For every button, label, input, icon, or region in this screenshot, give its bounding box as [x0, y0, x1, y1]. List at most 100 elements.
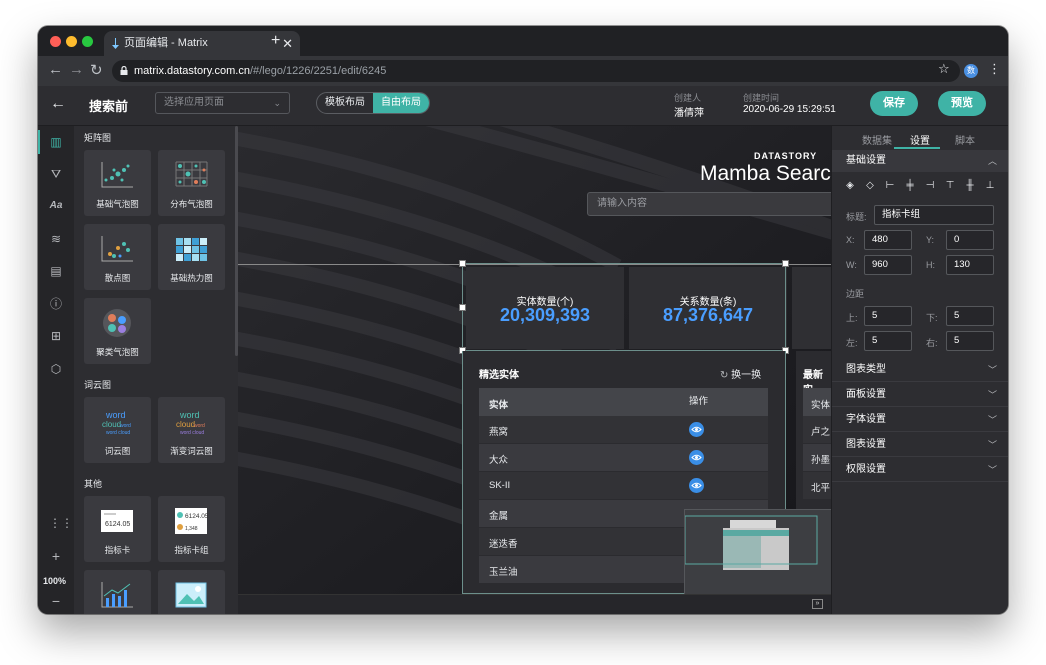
- y-field[interactable]: 0: [946, 230, 994, 250]
- align-left-icon[interactable]: ⊢: [884, 180, 896, 192]
- filter-icon[interactable]: ⛛: [49, 167, 63, 181]
- tab-close-icon[interactable]: ✕: [282, 31, 293, 56]
- zoom-out-icon[interactable]: −: [49, 594, 63, 608]
- section-title-matrix: 矩阵图: [84, 133, 112, 143]
- title-field[interactable]: 指标卡组: [874, 205, 994, 225]
- chevron-down-icon: ﹀: [987, 365, 997, 375]
- canvas-title: Mamba Search: [700, 162, 831, 185]
- table-row[interactable]: 燕窝: [479, 416, 768, 443]
- save-button[interactable]: 保存: [870, 91, 918, 116]
- left-icon-rail: ▥ ⛛ Aa ≋ ▤ ⓘ ⊞ ⬡ ⋮⋮⋮ + 100% −: [38, 126, 85, 614]
- fold-label: 字体设置: [846, 414, 886, 425]
- zoom-in-icon[interactable]: +: [49, 549, 63, 563]
- svg-text:word: word: [194, 423, 205, 429]
- fold-font-settings[interactable]: 字体设置 ﹀: [832, 408, 1008, 432]
- preview-button[interactable]: 预览: [938, 91, 986, 116]
- cube-icon[interactable]: ⬡: [49, 362, 63, 376]
- h-field[interactable]: 130: [946, 255, 994, 275]
- resize-handle-w[interactable]: [459, 304, 466, 311]
- latest-row[interactable]: 孙墨: [803, 444, 831, 471]
- address-bar[interactable]: matrix.datastory.com.cn/#/lego/1226/2251…: [112, 60, 960, 82]
- app-page-select[interactable]: 选择应用页面 ⌄: [155, 92, 290, 114]
- align-center-h-icon[interactable]: ╪: [904, 180, 916, 192]
- created-time-value: 2020-06-29 15:29:51: [743, 104, 836, 115]
- forward-nav-icon[interactable]: →: [69, 61, 84, 78]
- fold-panel-settings[interactable]: 面板设置 ﹀: [832, 383, 1008, 407]
- component-image[interactable]: [158, 570, 225, 614]
- basic-settings-header[interactable]: 基础设置 ︿: [832, 150, 1008, 172]
- expand-icon[interactable]: »: [812, 599, 823, 609]
- layers-icon[interactable]: ≋: [49, 232, 63, 246]
- send-back-icon[interactable]: ◇: [864, 180, 876, 192]
- close-window-button[interactable]: [50, 36, 61, 47]
- swap-button[interactable]: ↻ 换一换: [720, 366, 761, 381]
- margin-right-field[interactable]: 5: [946, 331, 994, 351]
- bring-front-icon[interactable]: ◈: [844, 180, 856, 192]
- w-field[interactable]: 960: [864, 255, 912, 275]
- component-kpi-card[interactable]: 6124.05 指标卡: [84, 496, 151, 562]
- tab-script[interactable]: 脚本: [955, 132, 975, 147]
- align-bottom-icon[interactable]: ⊥: [984, 180, 996, 192]
- canvas-search-input[interactable]: 请输入内容: [587, 192, 831, 216]
- component-cluster-bubble[interactable]: 聚类气泡图: [84, 298, 151, 364]
- free-layout-option[interactable]: 自由布局: [373, 93, 429, 113]
- fold-chart-settings[interactable]: 图表设置 ﹀: [832, 433, 1008, 457]
- latest-row[interactable]: 卢之: [803, 416, 831, 443]
- table-row[interactable]: 大众: [479, 444, 768, 471]
- row-entity: SK-II: [489, 480, 511, 491]
- component-heatmap[interactable]: 基础热力图: [158, 224, 225, 290]
- tab-settings[interactable]: 设置: [910, 132, 930, 147]
- x-field[interactable]: 480: [864, 230, 912, 250]
- eye-icon[interactable]: [689, 450, 704, 465]
- margin-bottom-field[interactable]: 5: [946, 306, 994, 326]
- component-kpi-card-group[interactable]: 6124.05 1,348 指标卡组: [158, 496, 225, 562]
- new-tab-button[interactable]: +: [271, 32, 280, 50]
- align-top-icon[interactable]: ⊤: [944, 180, 956, 192]
- resize-handle-nw[interactable]: [459, 260, 466, 267]
- component-line-bar[interactable]: [84, 570, 151, 614]
- align-right-icon[interactable]: ⊣: [924, 180, 936, 192]
- maximize-window-button[interactable]: [82, 36, 93, 47]
- editor-canvas[interactable]: DATASTORY Mamba Search 请输入内容 实体数量(个) 20,…: [238, 126, 831, 594]
- bookmark-star-icon[interactable]: ☆: [938, 61, 950, 77]
- browser-window: 页面编辑 - Matrix ✕ + ← → ↻ matrix.datastory…: [38, 26, 1008, 614]
- margin-left-label: 左:: [846, 338, 858, 348]
- component-gradient-wordcloud[interactable]: word cloud word word cloud 渐变词云图: [158, 397, 225, 463]
- margin-left-field[interactable]: 5: [864, 331, 912, 351]
- fold-chart-type[interactable]: 图表类型 ﹀: [832, 358, 1008, 382]
- latest-row[interactable]: 北平: [803, 472, 831, 499]
- component-wordcloud[interactable]: word cloud word word cloud 词云图: [84, 397, 151, 463]
- margin-top-field[interactable]: 5: [864, 306, 912, 326]
- table-row[interactable]: SK-II: [479, 472, 768, 499]
- eye-icon[interactable]: [689, 478, 704, 493]
- text-icon[interactable]: Aa: [49, 199, 63, 213]
- apps-grid-icon[interactable]: ⋮⋮⋮: [49, 516, 85, 530]
- browser-menu-icon[interactable]: ⋮: [988, 61, 1001, 77]
- component-basic-bubble[interactable]: 基础气泡图: [84, 150, 151, 216]
- component-scatter[interactable]: 散点图: [84, 224, 151, 290]
- chevron-down-icon: ﹀: [987, 415, 997, 425]
- fold-permission-settings[interactable]: 权限设置 ﹀: [832, 458, 1008, 482]
- align-middle-v-icon[interactable]: ╫: [964, 180, 976, 192]
- document-icon[interactable]: ▤: [49, 264, 63, 278]
- resize-handle-ne[interactable]: [782, 260, 789, 267]
- eye-icon[interactable]: [689, 422, 704, 437]
- swap-label: 换一换: [731, 370, 762, 381]
- active-tab-indicator: [894, 147, 940, 149]
- reload-icon[interactable]: ↻: [90, 61, 103, 79]
- chart-icon[interactable]: ▥: [49, 135, 63, 149]
- component-distribution-bubble[interactable]: 分布气泡图: [158, 150, 225, 216]
- tab-dataset[interactable]: 数据集: [862, 132, 892, 147]
- template-layout-option[interactable]: 模板布局: [317, 93, 373, 113]
- kpi-card-partial[interactable]: [792, 267, 831, 349]
- minimap[interactable]: [684, 509, 831, 594]
- back-arrow-icon[interactable]: ←: [50, 95, 66, 113]
- back-nav-icon[interactable]: ←: [48, 61, 63, 78]
- widgets-icon[interactable]: ⊞: [49, 329, 63, 343]
- minimize-window-button[interactable]: [66, 36, 77, 47]
- profile-avatar[interactable]: 数: [964, 64, 978, 78]
- line-bar-icon: [101, 582, 133, 608]
- info-icon[interactable]: ⓘ: [49, 297, 63, 311]
- svg-text:word: word: [179, 410, 200, 420]
- page-title: 搜索前: [89, 99, 129, 114]
